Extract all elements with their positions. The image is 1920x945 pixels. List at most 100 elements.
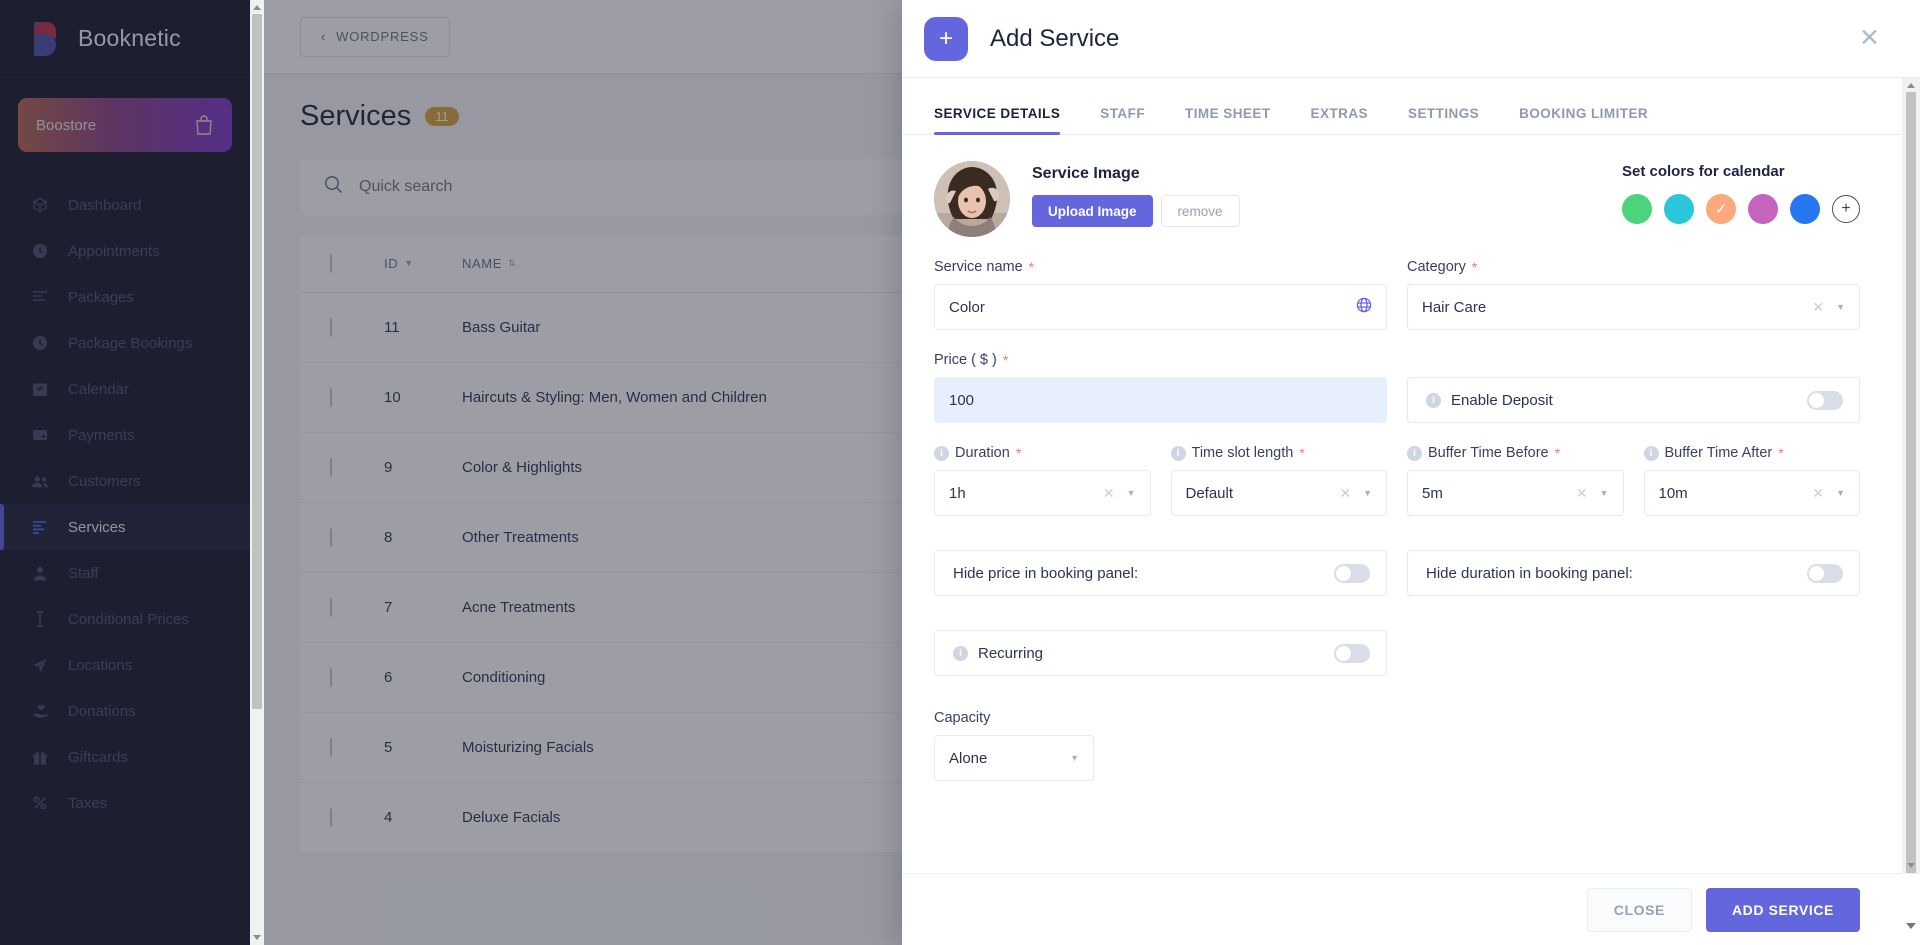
check-icon: ✓ [1715,202,1728,217]
capacity-select[interactable]: Alone ▼ [934,735,1094,781]
category-field: Category * Hair Care ✕ ▼ [1407,259,1860,330]
clear-icon[interactable]: ✕ [1812,299,1824,316]
buffer-after-label: i Buffer Time After * [1644,445,1861,461]
buffer-after-field: i Buffer Time After * 10m ✕ ▼ [1644,445,1861,516]
calendar-colors-label: Set colors for calendar [1622,163,1860,180]
enable-deposit-label: Enable Deposit [1451,392,1797,409]
buffer-after-select[interactable]: 10m ✕ ▼ [1644,470,1861,516]
scroll-down-icon[interactable] [1906,923,1916,929]
color-swatch-orange[interactable]: ✓ [1706,194,1736,224]
modal-tabs: SERVICE DETAILS STAFF TIME SHEET EXTRAS … [902,78,1902,135]
service-details-form: Service Image Upload Image remove Set co… [902,135,1902,781]
capacity-field: Capacity Alone ▼ [934,710,1860,781]
add-service-button[interactable]: ADD SERVICE [1706,888,1860,932]
chevron-down-icon[interactable]: ▼ [1836,488,1845,498]
info-icon[interactable]: i [1426,393,1441,408]
clear-icon[interactable]: ✕ [1576,485,1588,502]
duration-label: i Duration * [934,445,1151,461]
recurring-box[interactable]: i Recurring [934,630,1387,676]
capacity-value: Alone [949,750,1070,767]
recurring-field: i Recurring [934,630,1387,676]
hide-duration-label: Hide duration in booking panel: [1426,565,1797,582]
price-label: Price ( $ ) * [934,352,1387,368]
tab-service-details[interactable]: SERVICE DETAILS [934,106,1060,134]
tab-settings[interactable]: SETTINGS [1408,106,1479,134]
recurring-spacer [1407,630,1860,676]
category-value: Hair Care [1422,299,1812,316]
plus-icon: + [924,17,968,61]
chevron-down-icon[interactable]: ▼ [1127,488,1136,498]
color-swatch-magenta[interactable] [1748,194,1778,224]
enable-deposit-toggle[interactable] [1807,391,1843,410]
scroll-down-icon[interactable] [1907,863,1915,868]
required-marker: * [1472,259,1477,275]
service-name-label: Service name * [934,259,1387,275]
scroll-up-icon[interactable] [1907,83,1915,88]
info-icon[interactable]: i [1407,446,1422,461]
scroll-thumb[interactable] [1906,92,1916,873]
modal-scroll-area: SERVICE DETAILS STAFF TIME SHEET EXTRAS … [902,78,1902,873]
time-slot-length-field: i Time slot length * Default ✕ ▼ [1171,445,1388,516]
upload-image-button[interactable]: Upload Image [1032,195,1153,227]
info-icon[interactable]: i [1171,446,1186,461]
category-select[interactable]: Hair Care ✕ ▼ [1407,284,1860,330]
enable-deposit-box[interactable]: i Enable Deposit [1407,377,1860,423]
recurring-label: Recurring [978,645,1324,662]
hide-price-toggle[interactable] [1334,564,1370,583]
time-slot-length-value: Default [1186,485,1340,502]
name-category-row: Service name * Color [934,259,1860,330]
info-icon[interactable]: i [934,446,949,461]
remove-image-button[interactable]: remove [1161,195,1240,227]
timing-row: i Duration * 1h ✕ ▼ [934,445,1860,516]
avatar [934,161,1010,237]
tab-time-sheet[interactable]: TIME SHEET [1185,106,1271,134]
scroll-down-icon[interactable] [253,935,261,940]
required-marker: * [1299,445,1304,461]
required-marker: * [1029,259,1034,275]
main-scrollbar[interactable] [250,0,264,945]
color-swatch-cyan[interactable] [1664,194,1694,224]
hide-duration-box[interactable]: Hide duration in booking panel: [1407,550,1860,596]
buffer-before-value: 5m [1422,485,1576,502]
duration-select[interactable]: 1h ✕ ▼ [934,470,1151,516]
recurring-row: i Recurring [934,630,1860,676]
buffer-before-label: i Buffer Time Before * [1407,445,1624,461]
required-marker: * [1003,352,1008,368]
time-slot-length-select[interactable]: Default ✕ ▼ [1171,470,1388,516]
clear-icon[interactable]: ✕ [1339,485,1351,502]
modal-title: Add Service [990,25,1119,53]
enable-deposit-field: i Enable Deposit [1407,352,1860,423]
chevron-down-icon[interactable]: ▼ [1070,753,1079,763]
tab-booking-limiter[interactable]: BOOKING LIMITER [1519,106,1648,134]
buffer-before-select[interactable]: 5m ✕ ▼ [1407,470,1624,516]
tab-extras[interactable]: EXTRAS [1311,106,1368,134]
modal-scrollbar[interactable] [1902,78,1920,873]
color-swatch-green[interactable] [1622,194,1652,224]
hide-price-box[interactable]: Hide price in booking panel: [934,550,1387,596]
chevron-down-icon[interactable]: ▼ [1363,488,1372,498]
hide-duration-toggle[interactable] [1807,564,1843,583]
clear-icon[interactable]: ✕ [1103,485,1115,502]
info-icon[interactable]: i [1644,446,1659,461]
add-color-button[interactable]: + [1832,195,1860,223]
modal-body: SERVICE DETAILS STAFF TIME SHEET EXTRAS … [902,78,1920,873]
color-swatch-blue[interactable] [1790,194,1820,224]
globe-icon[interactable] [1356,297,1372,317]
close-button[interactable]: CLOSE [1587,888,1692,932]
chevron-down-icon[interactable]: ▼ [1600,488,1609,498]
scroll-thumb[interactable] [252,14,262,709]
buffer-after-value: 10m [1659,485,1813,502]
tab-staff[interactable]: STAFF [1100,106,1145,134]
info-icon[interactable]: i [953,646,968,661]
chevron-down-icon[interactable]: ▼ [1836,302,1845,312]
scroll-up-icon[interactable] [253,5,261,10]
recurring-toggle[interactable] [1334,644,1370,663]
service-name-value: Color [949,299,1356,316]
hide-price-label: Hide price in booking panel: [953,565,1324,582]
clear-icon[interactable]: ✕ [1812,485,1824,502]
modal-header: + Add Service ✕ [902,0,1920,78]
close-icon[interactable]: ✕ [1859,26,1880,51]
service-name-input[interactable]: Color [934,284,1387,330]
price-deposit-row: Price ( $ ) * 100 i Enable Deposit [934,352,1860,423]
price-input[interactable]: 100 [934,377,1387,423]
